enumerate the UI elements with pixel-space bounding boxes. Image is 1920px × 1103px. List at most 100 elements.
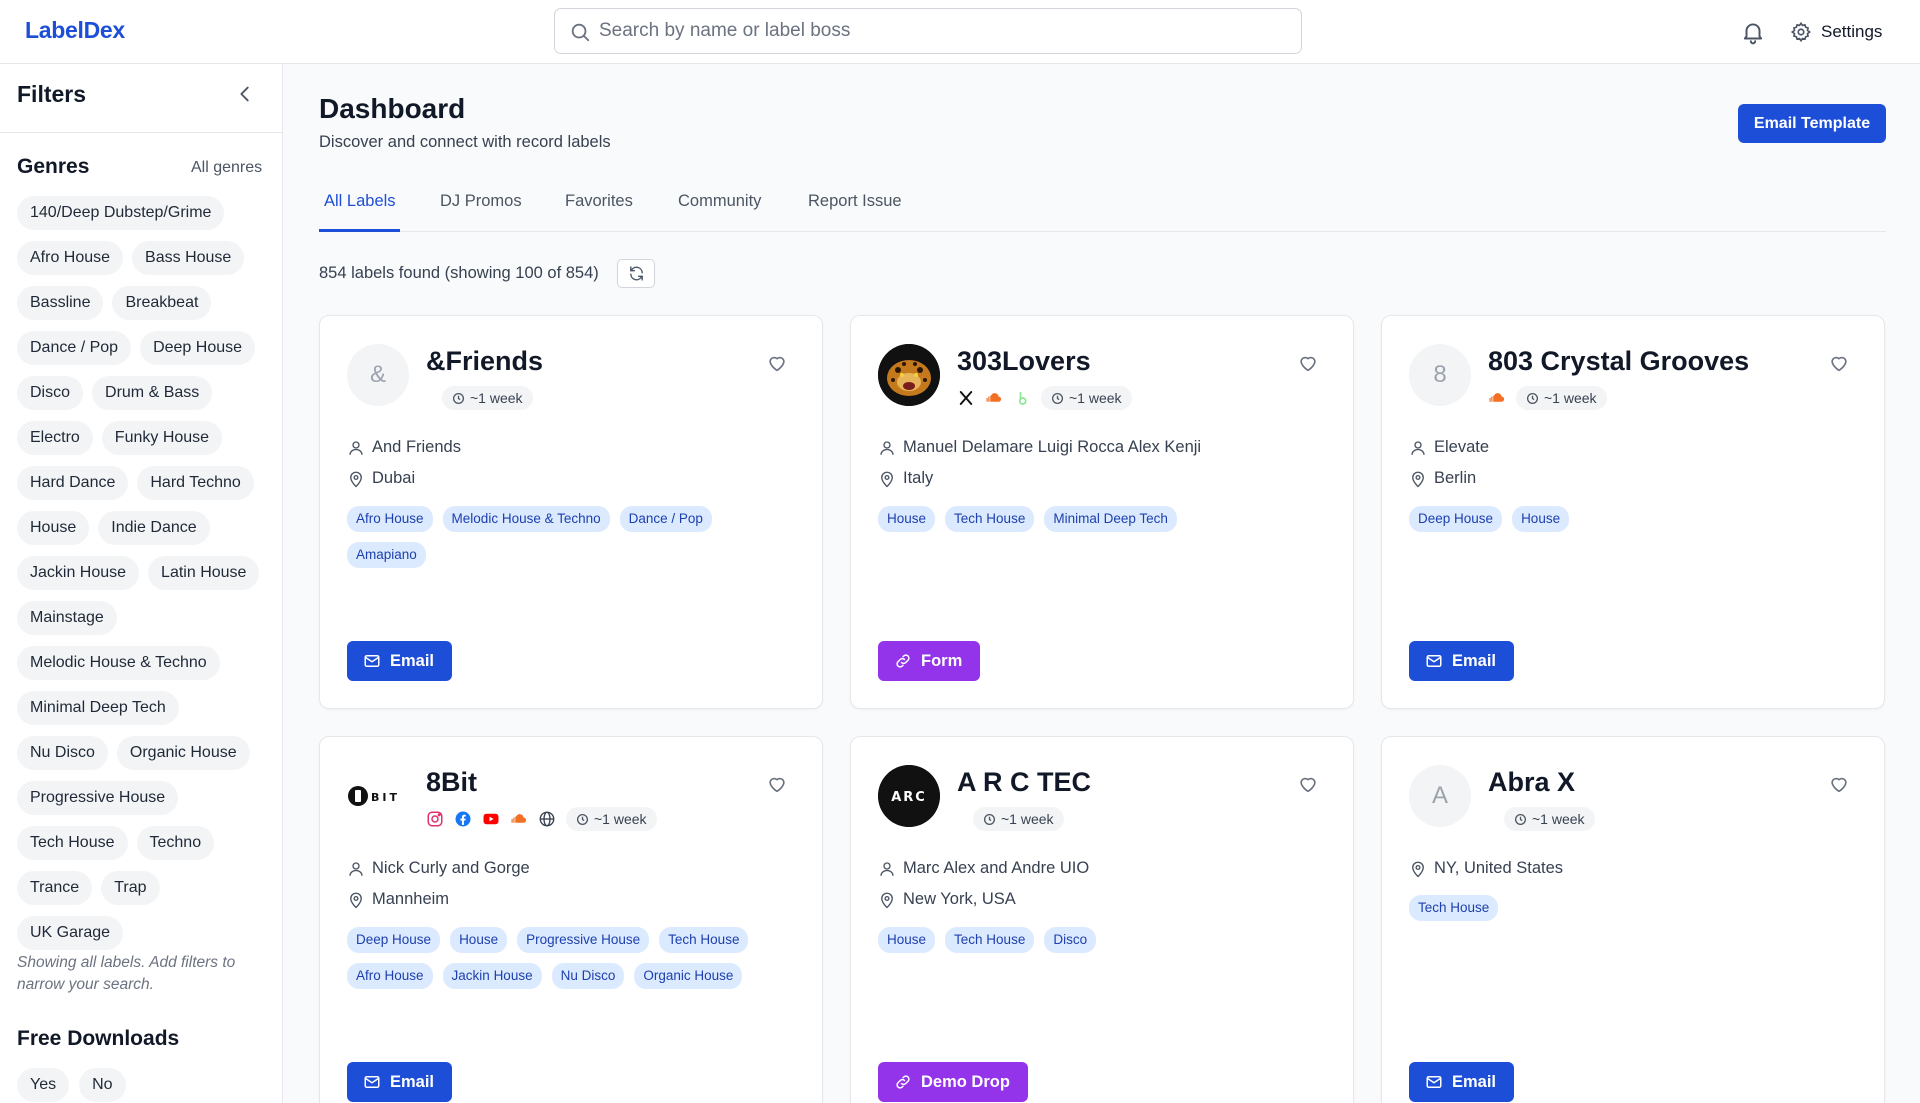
settings-button[interactable]: Settings — [1790, 18, 1882, 46]
page-subtitle: Discover and connect with record labels — [319, 133, 611, 151]
genre-chip[interactable]: Melodic House & Techno — [17, 646, 220, 680]
label-name[interactable]: 803 Crystal Grooves — [1488, 346, 1749, 377]
label-card[interactable]: A Abra X ~1 week NY, United States Tech … — [1381, 736, 1885, 1103]
label-card[interactable]: 8 803 Crystal Grooves ~1 week Elevate Be… — [1381, 315, 1885, 709]
genre-chip[interactable]: Disco — [17, 376, 84, 410]
app-logo[interactable]: LabelDex — [25, 17, 125, 44]
genre-chip[interactable]: Tech House — [17, 826, 128, 860]
label-avatar: BIT — [347, 765, 413, 827]
heart-icon[interactable] — [1828, 352, 1850, 374]
genre-chip[interactable]: Progressive House — [17, 781, 179, 815]
genre-chip[interactable]: Jackin House — [17, 556, 140, 590]
email-button[interactable]: Email — [1409, 641, 1515, 681]
all-genres-link[interactable]: All genres — [191, 159, 262, 177]
heart-icon[interactable] — [766, 773, 788, 795]
label-card[interactable]: BIT 8Bit ~1 week Nick Curly and Gorge Ma… — [319, 736, 823, 1103]
genre-chip[interactable]: Hard Techno — [137, 466, 254, 500]
label-card[interactable]: & &Friends ~1 week And Friends Dubai Afr… — [319, 315, 823, 709]
free-downloads-no[interactable]: No — [79, 1068, 126, 1102]
notifications-bell-icon[interactable] — [1740, 19, 1766, 45]
soundcloud-icon[interactable] — [510, 810, 528, 828]
x-twitter-icon[interactable] — [957, 389, 975, 407]
label-location: Berlin — [1434, 469, 1477, 487]
soundcloud-icon[interactable] — [985, 389, 1003, 407]
genre-chip[interactable]: Bassline — [17, 286, 104, 320]
youtube-icon[interactable] — [482, 810, 500, 828]
label-card[interactable]: ARC A R C TEC ~1 week Marc Alex and Andr… — [850, 736, 1354, 1103]
map-pin-icon — [881, 892, 893, 908]
genre-tag: Organic House — [634, 963, 743, 989]
genre-chip[interactable]: Electro — [17, 421, 93, 455]
label-location: Italy — [903, 469, 934, 487]
globe-icon[interactable] — [538, 810, 556, 828]
genre-chip[interactable]: Mainstage — [17, 601, 117, 635]
free-downloads-options: Yes No — [17, 1068, 126, 1102]
label-location-row: NY, United States — [1409, 859, 1563, 878]
beatport-icon[interactable] — [1013, 389, 1031, 407]
genre-chip[interactable]: House — [17, 511, 90, 545]
genre-chip[interactable]: Bass House — [132, 241, 245, 275]
genre-chip[interactable]: Breakbeat — [112, 286, 212, 320]
email-button[interactable]: Email — [1409, 1062, 1515, 1102]
instagram-icon[interactable] — [426, 810, 444, 828]
genre-chip[interactable]: Hard Dance — [17, 466, 129, 500]
genre-tag: House — [450, 927, 508, 953]
refresh-button[interactable] — [617, 259, 655, 288]
email-button[interactable]: Email — [347, 1062, 453, 1102]
tab-report-issue[interactable]: Report Issue — [808, 192, 902, 211]
genre-chip[interactable]: Minimal Deep Tech — [17, 691, 179, 725]
mail-icon — [1426, 1076, 1442, 1088]
label-name[interactable]: A R C TEC — [957, 767, 1091, 798]
soundcloud-icon[interactable] — [1488, 389, 1506, 407]
label-location: New York, USA — [903, 890, 1016, 908]
arc-logo-icon: ARC — [878, 765, 940, 827]
label-location-row: Berlin — [1409, 469, 1476, 488]
heart-icon[interactable] — [766, 352, 788, 374]
genre-chip[interactable]: Organic House — [116, 736, 250, 770]
genre-chip[interactable]: 140/Deep Dubstep/Grime — [17, 196, 225, 230]
genre-tags: Afro House Melodic House & Techno Dance … — [347, 506, 797, 568]
genre-chip[interactable]: Latin House — [148, 556, 260, 590]
label-name[interactable]: 303Lovers — [957, 346, 1091, 377]
response-time: ~1 week — [1532, 811, 1585, 827]
search-input[interactable] — [599, 9, 1289, 53]
genre-chip[interactable]: Dance / Pop — [17, 331, 132, 365]
genre-tag: Afro House — [347, 963, 433, 989]
genre-chip[interactable]: Indie Dance — [98, 511, 210, 545]
user-icon — [349, 440, 363, 455]
label-name[interactable]: Abra X — [1488, 767, 1575, 798]
chevron-left-icon[interactable] — [234, 83, 256, 105]
search-box[interactable] — [554, 8, 1302, 54]
demo-drop-button[interactable]: Demo Drop — [878, 1062, 1028, 1102]
heart-icon[interactable] — [1297, 352, 1319, 374]
form-button[interactable]: Form — [878, 641, 981, 681]
label-meta: ~1 week — [442, 386, 533, 410]
genre-chip[interactable]: Drum & Bass — [92, 376, 213, 410]
label-card[interactable]: 303Lovers ~1 week Manuel Delamare Luigi … — [850, 315, 1354, 709]
label-name[interactable]: 8Bit — [426, 767, 477, 798]
genre-chip[interactable]: Trap — [101, 871, 160, 905]
facebook-icon[interactable] — [454, 810, 472, 828]
response-time-badge: ~1 week — [973, 807, 1064, 831]
genre-chip[interactable]: Nu Disco — [17, 736, 108, 770]
heart-icon[interactable] — [1828, 773, 1850, 795]
email-button[interactable]: Email — [347, 641, 453, 681]
genre-tag: Disco — [1044, 927, 1097, 953]
response-time: ~1 week — [470, 390, 523, 406]
tab-favorites[interactable]: Favorites — [565, 192, 633, 211]
genre-chip[interactable]: Deep House — [140, 331, 256, 365]
genre-chip[interactable]: Trance — [17, 871, 93, 905]
tab-all-labels[interactable]: All Labels — [324, 192, 396, 211]
label-meta: ~1 week — [1488, 386, 1607, 410]
tab-community[interactable]: Community — [678, 192, 761, 211]
genre-chip[interactable]: UK Garage — [17, 916, 124, 950]
free-downloads-yes[interactable]: Yes — [17, 1068, 70, 1102]
genre-chip[interactable]: Afro House — [17, 241, 124, 275]
heart-icon[interactable] — [1297, 773, 1319, 795]
label-meta: ~1 week — [957, 386, 1132, 410]
email-template-button[interactable]: Email Template — [1738, 104, 1886, 143]
label-name[interactable]: &Friends — [426, 346, 543, 377]
genre-chip[interactable]: Funky House — [101, 421, 223, 455]
genre-chip[interactable]: Techno — [136, 826, 215, 860]
tab-dj-promos[interactable]: DJ Promos — [440, 192, 522, 211]
